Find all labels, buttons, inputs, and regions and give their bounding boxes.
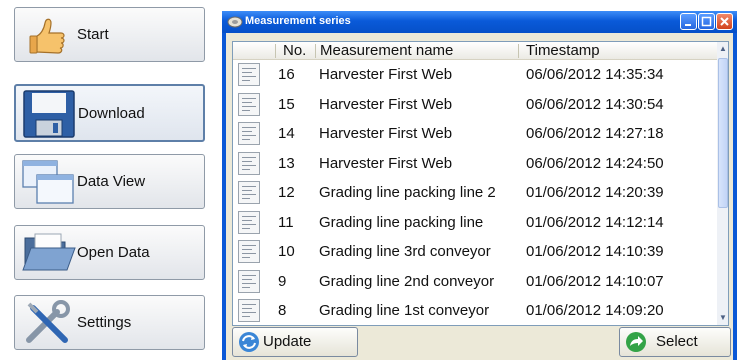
- row-number: 15: [278, 95, 295, 113]
- row-measurement-name: Grading line 2nd conveyor: [319, 272, 495, 290]
- column-header-no[interactable]: No.: [283, 42, 306, 59]
- window-title: Measurement series: [245, 15, 351, 27]
- list-row[interactable]: 15 Harvester First Web 06/06/2012 14:30:54: [233, 90, 717, 119]
- document-icon: [238, 210, 260, 234]
- close-icon: [720, 17, 729, 26]
- row-number: 10: [278, 243, 295, 260]
- floppy-disk-icon: [22, 90, 78, 138]
- document-icon: [238, 63, 260, 86]
- row-number: 9: [278, 272, 287, 290]
- row-number: 13: [278, 154, 295, 172]
- document-icon: [238, 240, 260, 263]
- measurement-list[interactable]: No. Measurement name Timestamp 16 Harvest…: [232, 41, 729, 326]
- row-measurement-name: Grading line 3rd conveyor: [319, 243, 491, 260]
- thumbs-up-icon: [21, 12, 77, 58]
- open-data-label: Open Data: [77, 244, 150, 261]
- data-view-button[interactable]: Data View: [14, 154, 205, 209]
- row-timestamp: 01/06/2012 14:20:39: [526, 184, 664, 201]
- window-titlebar[interactable]: Measurement series: [222, 11, 737, 33]
- list-row[interactable]: 13 Harvester First Web 06/06/2012 14:24:50: [233, 149, 717, 178]
- list-header: No. Measurement name Timestamp: [233, 42, 717, 60]
- row-measurement-name: Grading line packing line 2: [319, 184, 496, 201]
- update-label: Update: [263, 333, 312, 350]
- list-row[interactable]: 14 Harvester First Web 06/06/2012 14:27:18: [233, 119, 717, 148]
- row-timestamp: 01/06/2012 14:10:39: [526, 243, 664, 260]
- row-measurement-name: Harvester First Web: [319, 154, 453, 172]
- close-button[interactable]: [716, 13, 733, 30]
- download-label: Download: [78, 104, 145, 122]
- settings-label: Settings: [77, 314, 132, 331]
- row-measurement-name: Harvester First Web: [319, 66, 453, 83]
- row-measurement-name: Grading line packing line: [319, 213, 484, 231]
- list-row[interactable]: 8 Grading line 1st conveyor 01/06/2012 14:…: [233, 296, 717, 325]
- row-timestamp: 06/06/2012 14:30:54: [526, 95, 664, 113]
- scroll-up-icon[interactable]: ▲: [717, 42, 728, 56]
- settings-button[interactable]: Settings: [14, 295, 205, 350]
- row-number: 16: [278, 66, 295, 83]
- maximize-button[interactable]: [698, 13, 715, 30]
- scroll-down-icon[interactable]: ▼: [717, 311, 728, 325]
- start-button[interactable]: Start: [14, 7, 205, 62]
- document-icon: [238, 151, 260, 175]
- document-icon: [238, 181, 260, 204]
- row-timestamp: 06/06/2012 14:24:50: [526, 154, 664, 172]
- update-button[interactable]: Update: [232, 327, 358, 357]
- document-icon: [238, 92, 260, 116]
- windows-icon: [21, 159, 77, 205]
- list-row[interactable]: 11 Grading line packing line 01/06/2012 14…: [233, 208, 717, 237]
- list-row[interactable]: 9 Grading line 2nd conveyor 01/06/2012 14:…: [233, 267, 717, 296]
- list-row[interactable]: 16 Harvester First Web 06/06/2012 14:35:34: [233, 60, 717, 89]
- row-measurement-name: Harvester First Web: [319, 125, 453, 142]
- row-timestamp: 01/06/2012 14:12:14: [526, 213, 664, 231]
- minimize-button[interactable]: [680, 13, 697, 30]
- document-icon: [238, 269, 260, 293]
- select-label: Select: [656, 333, 698, 350]
- refresh-icon: [238, 331, 260, 353]
- row-timestamp: 06/06/2012 14:35:34: [526, 66, 664, 83]
- open-folder-icon: [21, 230, 77, 276]
- list-row[interactable]: 10 Grading line 3rd conveyor 01/06/2012 14…: [233, 237, 717, 266]
- data-view-label: Data View: [77, 173, 146, 190]
- window-client-area: No. Measurement name Timestamp 16 Harvest…: [226, 33, 733, 360]
- column-header-name[interactable]: Measurement name: [320, 42, 453, 59]
- start-label: Start: [77, 26, 109, 43]
- row-number: 8: [278, 302, 287, 319]
- document-icon: [238, 122, 260, 145]
- green-arrow-icon: [625, 331, 647, 353]
- row-timestamp: 06/06/2012 14:27:18: [526, 125, 664, 142]
- row-number: 12: [278, 184, 295, 201]
- tools-icon: [21, 300, 77, 346]
- select-button[interactable]: Select: [619, 327, 731, 357]
- column-header-timestamp[interactable]: Timestamp: [526, 42, 600, 59]
- row-number: 14: [278, 125, 295, 142]
- minimize-icon: [685, 24, 691, 26]
- row-measurement-name: Harvester First Web: [319, 95, 453, 113]
- maximize-icon: [701, 16, 712, 27]
- navigation-panel: Start Download Data View Open Data Setti…: [0, 0, 212, 360]
- vertical-scrollbar[interactable]: ▲ ▼: [717, 42, 728, 325]
- row-number: 11: [278, 213, 294, 231]
- measurement-series-window: Measurement series No. Measurement name …: [222, 11, 737, 360]
- document-icon: [238, 299, 260, 322]
- row-measurement-name: Grading line 1st conveyor: [319, 302, 490, 319]
- scroll-thumb[interactable]: [718, 58, 728, 208]
- open-data-button[interactable]: Open Data: [14, 225, 205, 280]
- list-row[interactable]: 12 Grading line packing line 2 01/06/2012 …: [233, 178, 717, 207]
- row-timestamp: 01/06/2012 14:09:20: [526, 302, 664, 319]
- row-timestamp: 01/06/2012 14:10:07: [526, 272, 664, 290]
- window-app-icon: [227, 15, 243, 29]
- download-button[interactable]: Download: [14, 84, 205, 142]
